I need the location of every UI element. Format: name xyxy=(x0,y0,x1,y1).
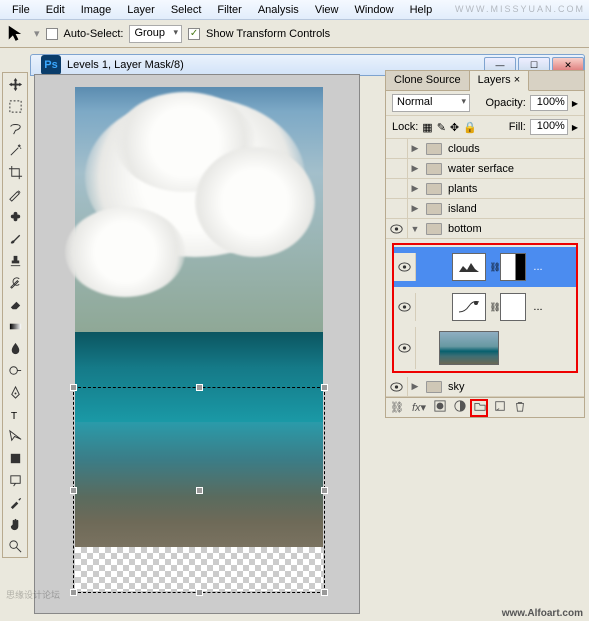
auto-select-dropdown[interactable]: Group xyxy=(129,25,182,43)
menu-filter[interactable]: Filter xyxy=(209,2,249,18)
link-icon: ⛓ xyxy=(489,262,497,273)
add-mask-icon[interactable] xyxy=(434,400,446,415)
menu-help[interactable]: Help xyxy=(402,2,441,18)
layers-bottom-bar: ⛓ fx▾ xyxy=(386,397,584,417)
canvas-area[interactable] xyxy=(34,74,360,614)
hand-tool-icon[interactable] xyxy=(3,513,27,535)
menu-analysis[interactable]: Analysis xyxy=(250,2,307,18)
layer-row-bottom[interactable]: ▼bottom xyxy=(386,219,584,239)
menu-file[interactable]: File xyxy=(4,2,38,18)
transform-bounds[interactable] xyxy=(73,387,325,593)
curves-adjustment-icon xyxy=(452,293,486,321)
sky-region xyxy=(75,87,323,332)
layer-row-sky[interactable]: ▶sky xyxy=(386,377,584,397)
opacity-label: Opacity: xyxy=(485,97,525,109)
folder-icon xyxy=(426,163,442,175)
layer-row-island[interactable]: ▶island xyxy=(386,199,584,219)
new-layer-icon[interactable] xyxy=(494,400,506,415)
watermark-top: WWW.MISSYUAN.COM xyxy=(455,4,585,14)
lock-all-icon[interactable]: 🔒 xyxy=(463,121,477,134)
layers-panel: Clone Source Layers × Normal Opacity: 10… xyxy=(385,70,585,418)
lasso-tool-icon[interactable] xyxy=(3,117,27,139)
lock-pixels-icon[interactable]: ✎ xyxy=(437,121,446,134)
panels: Clone Source Layers × Normal Opacity: 10… xyxy=(385,70,585,418)
slice-tool-icon[interactable] xyxy=(3,183,27,205)
levels-adjustment-icon xyxy=(452,253,486,281)
highlight-adjustment-button xyxy=(470,399,488,417)
shape-tool-icon[interactable] xyxy=(3,447,27,469)
dodge-tool-icon[interactable] xyxy=(3,359,27,381)
document-canvas[interactable] xyxy=(75,87,323,591)
layer-row-image[interactable] xyxy=(394,327,576,369)
layer-thumbnail[interactable] xyxy=(439,331,499,365)
new-adjustment-icon[interactable] xyxy=(454,400,466,415)
fill-label: Fill: xyxy=(509,121,526,133)
options-bar: ▾ Auto-Select: Group Show Transform Cont… xyxy=(0,20,589,48)
lock-position-icon[interactable]: ✥ xyxy=(450,121,459,134)
crop-tool-icon[interactable] xyxy=(3,161,27,183)
folder-icon xyxy=(426,223,442,235)
svg-text:T: T xyxy=(10,411,17,422)
lock-label: Lock: xyxy=(392,121,418,133)
delete-layer-icon[interactable] xyxy=(514,400,526,415)
toolbox: T xyxy=(2,72,28,558)
folder-icon xyxy=(426,381,442,393)
marquee-tool-icon[interactable] xyxy=(3,95,27,117)
blur-tool-icon[interactable] xyxy=(3,337,27,359)
document-title: Levels 1, Layer Mask/8) xyxy=(67,59,184,71)
heal-tool-icon[interactable] xyxy=(3,205,27,227)
link-icon: ⛓ xyxy=(489,302,497,313)
path-tool-icon[interactable] xyxy=(3,425,27,447)
history-brush-tool-icon[interactable] xyxy=(3,271,27,293)
layer-list: ▶clouds ▶water serface ▶plants ▶island ▼… xyxy=(386,139,584,397)
blend-mode-dropdown[interactable]: Normal xyxy=(392,94,470,112)
gradient-tool-icon[interactable] xyxy=(3,315,27,337)
watermark-bottom: 思缘设计论坛 xyxy=(6,588,60,601)
tab-clone-source[interactable]: Clone Source xyxy=(386,71,470,90)
tab-layers[interactable]: Layers × xyxy=(470,71,530,91)
show-transform-checkbox[interactable] xyxy=(188,28,200,40)
highlight-box: ⛓ ... ⛓ ... xyxy=(392,243,578,373)
menu-edit[interactable]: Edit xyxy=(38,2,73,18)
auto-select-checkbox[interactable] xyxy=(46,28,58,40)
layer-row-levels[interactable]: ⛓ ... xyxy=(394,247,576,287)
layer-row-water-surface[interactable]: ▶water serface xyxy=(386,159,584,179)
layer-row-curves[interactable]: ⛓ ... xyxy=(394,287,576,327)
fill-flyout-icon[interactable]: ▶ xyxy=(572,123,578,132)
menu-layer[interactable]: Layer xyxy=(119,2,163,18)
opacity-input[interactable]: 100% xyxy=(530,95,568,111)
opacity-flyout-icon[interactable]: ▶ xyxy=(572,99,578,108)
wand-tool-icon[interactable] xyxy=(3,139,27,161)
link-layers-icon[interactable]: ⛓ xyxy=(390,401,404,414)
layer-mask-thumb[interactable] xyxy=(500,293,526,321)
photoshop-logo-icon: Ps xyxy=(41,55,61,75)
show-transform-label: Show Transform Controls xyxy=(206,28,330,40)
auto-select-label: Auto-Select: xyxy=(64,28,124,40)
menu-image[interactable]: Image xyxy=(73,2,120,18)
notes-tool-icon[interactable] xyxy=(3,469,27,491)
eraser-tool-icon[interactable] xyxy=(3,293,27,315)
zoom-tool-icon[interactable] xyxy=(3,535,27,557)
move-tool-icon[interactable] xyxy=(3,73,27,95)
folder-icon xyxy=(426,203,442,215)
type-tool-icon[interactable]: T xyxy=(3,403,27,425)
stamp-tool-icon[interactable] xyxy=(3,249,27,271)
move-tool-indicator-icon xyxy=(6,23,28,45)
folder-icon xyxy=(426,143,442,155)
layer-style-icon[interactable]: fx▾ xyxy=(412,401,426,414)
folder-icon xyxy=(426,183,442,195)
lock-transparency-icon[interactable]: ▦ xyxy=(422,121,432,134)
footer-site: www.Alfoart.com xyxy=(502,608,583,619)
brush-tool-icon[interactable] xyxy=(3,227,27,249)
pen-tool-icon[interactable] xyxy=(3,381,27,403)
layer-mask-thumb[interactable] xyxy=(500,253,526,281)
fill-input[interactable]: 100% xyxy=(530,119,568,135)
eyedropper-tool-icon[interactable] xyxy=(3,491,27,513)
menu-view[interactable]: View xyxy=(307,2,347,18)
menu-window[interactable]: Window xyxy=(346,2,401,18)
layer-row-clouds[interactable]: ▶clouds xyxy=(386,139,584,159)
layer-row-plants[interactable]: ▶plants xyxy=(386,179,584,199)
menu-select[interactable]: Select xyxy=(163,2,210,18)
